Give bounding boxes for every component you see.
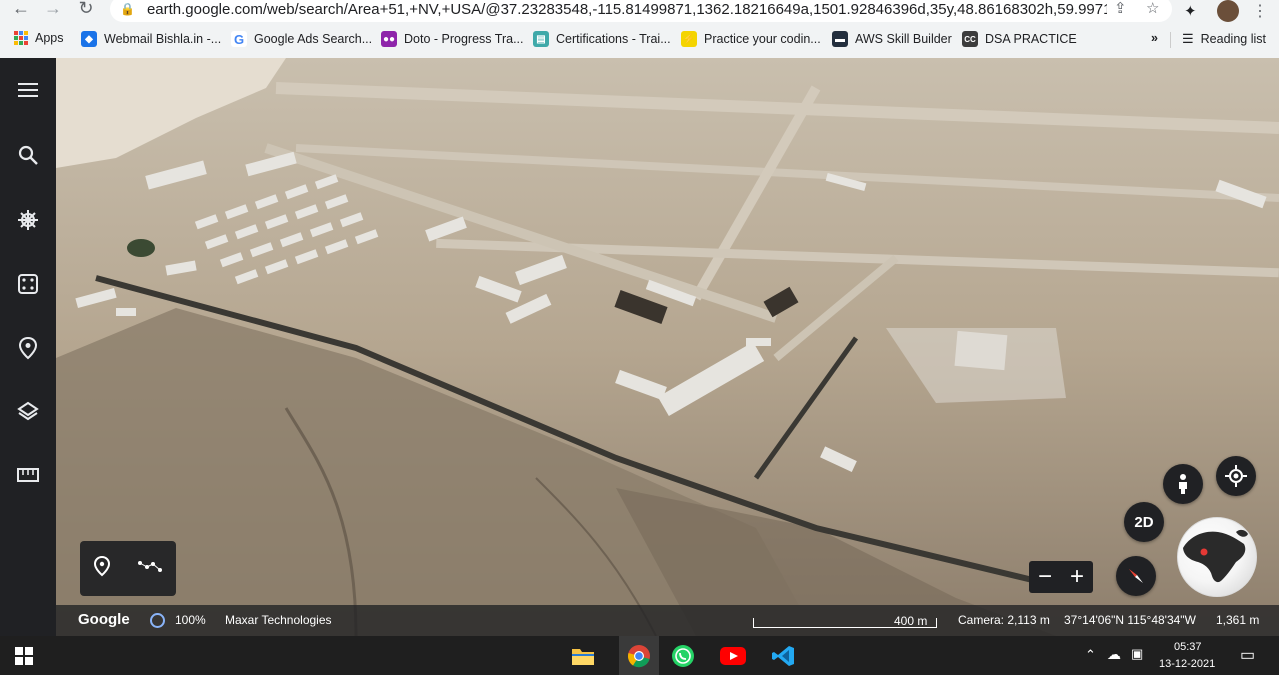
measure-ruler-icon[interactable] <box>14 461 42 489</box>
whatsapp-icon[interactable] <box>669 642 697 670</box>
more-chevron: » <box>1151 31 1158 45</box>
network-icon[interactable]: ▣ <box>1131 646 1143 662</box>
doto-icon: ●● <box>381 31 397 47</box>
back-arrow-icon[interactable]: ← <box>6 0 36 19</box>
apps-icon <box>14 31 28 45</box>
tray-chevron-icon[interactable]: ⌃ <box>1085 647 1096 663</box>
toggle-2d-button[interactable]: 2D <box>1124 502 1164 542</box>
scale-label: 400 m <box>894 614 928 628</box>
address-bar[interactable]: 🔒 earth.google.com/web/search/Area+51,+N… <box>110 0 1172 22</box>
share-icon[interactable]: ⇪ <box>1114 0 1127 17</box>
windows-start-icon[interactable] <box>10 642 38 670</box>
bookmarks-more-button[interactable]: » <box>1151 31 1158 45</box>
zoom-in-button[interactable]: + <box>1070 563 1084 591</box>
chrome-icon[interactable] <box>619 636 659 675</box>
bookmark-apps[interactable]: Apps <box>14 31 64 45</box>
clock-time[interactable]: 05:37 <box>1174 641 1202 653</box>
hackerrank-icon: ⚡ <box>681 31 697 47</box>
notifications-icon[interactable]: ▭ <box>1240 645 1255 665</box>
bookmarks-bar: Apps ◆ Webmail Bishla.in -... G Google A… <box>0 28 1279 52</box>
zoom-controls: − + <box>1029 561 1093 593</box>
feeling-lucky-dice-icon[interactable] <box>14 270 42 298</box>
bookmark-label: Doto - Progress Tra... <box>404 32 524 46</box>
file-explorer-icon[interactable] <box>569 642 597 670</box>
certifications-icon: ▤ <box>533 31 549 47</box>
draw-tools-panel <box>80 541 176 596</box>
reading-list-label: Reading list <box>1200 32 1266 46</box>
bookmark-certifications[interactable]: ▤ Certifications - Trai... <box>533 31 671 47</box>
area-51-satellite-imagery <box>56 58 1279 636</box>
extensions-icon[interactable]: ✦ <box>1184 2 1197 20</box>
bookmark-google-ads[interactable]: G Google Ads Search... <box>231 31 372 47</box>
draw-line-icon[interactable] <box>137 559 163 578</box>
my-location-icon[interactable] <box>1216 456 1256 496</box>
vscode-icon[interactable] <box>769 642 797 670</box>
reading-list-button[interactable]: ☰ Reading list <box>1182 31 1266 47</box>
bookmark-doto[interactable]: ●● Doto - Progress Tra... <box>381 31 523 47</box>
aws-icon: ▬ <box>832 31 848 47</box>
add-placemark-icon[interactable] <box>93 555 111 582</box>
camera-altitude: Camera: 2,113 m <box>958 613 1050 627</box>
bookmark-label: DSA PRACTICE <box>985 32 1077 46</box>
elevation-readout: 1,361 m <box>1216 613 1260 627</box>
bookmark-label: Certifications - Trai... <box>556 32 671 46</box>
bookmark-webmail[interactable]: ◆ Webmail Bishla.in -... <box>81 31 221 47</box>
bookmark-label: AWS Skill Builder <box>855 32 952 46</box>
mini-globe[interactable] <box>1177 517 1257 597</box>
forward-arrow-icon[interactable]: → <box>38 0 68 19</box>
dsa-icon: CC <box>962 31 978 47</box>
windows-taskbar: ⌃ ☁ ▣ 05:37 13-12-2021 ▭ <box>0 636 1279 675</box>
bookmark-star-icon[interactable]: ☆ <box>1146 0 1159 17</box>
location-marker-icon <box>1200 548 1208 556</box>
projects-pin-icon[interactable] <box>14 334 42 362</box>
bookmarks-divider <box>1170 32 1171 48</box>
google-icon: G <box>231 31 247 47</box>
chrome-menu-icon[interactable]: ⋮ <box>1252 1 1268 21</box>
coordinates-readout: 37°14'06"N 115°48'34"W <box>1064 613 1196 627</box>
bookmark-label: Google Ads Search... <box>254 32 373 46</box>
onedrive-cloud-icon[interactable]: ☁ <box>1107 646 1121 663</box>
menu-icon[interactable] <box>14 76 42 104</box>
compass-icon[interactable] <box>1116 556 1156 596</box>
bookmark-dsa[interactable]: CC DSA PRACTICE <box>962 31 1077 47</box>
reload-icon[interactable]: ↻ <box>71 0 101 19</box>
search-icon[interactable] <box>14 141 42 169</box>
clock-date[interactable]: 13-12-2021 <box>1159 658 1215 670</box>
google-logo: Google <box>78 611 130 628</box>
lock-icon: 🔒 <box>120 2 135 16</box>
reading-list-icon: ☰ <box>1182 31 1194 46</box>
loading-ring-icon <box>150 613 165 628</box>
bookmark-label: Webmail Bishla.in -... <box>104 32 222 46</box>
earth-sidebar <box>0 58 56 636</box>
bookmark-practice-coding[interactable]: ⚡ Practice your codin... <box>681 31 821 47</box>
earth-status-bar: Google 100% Maxar Technologies 400 m Cam… <box>56 605 1279 636</box>
nav-row: ← → ↻ 🔒 earth.google.com/web/search/Area… <box>0 0 1279 22</box>
bookmark-aws[interactable]: ▬ AWS Skill Builder <box>832 31 952 47</box>
satellite-map-view[interactable]: 2D <box>56 58 1279 636</box>
toggle-2d-label: 2D <box>1134 513 1154 531</box>
youtube-icon[interactable] <box>719 642 747 670</box>
imagery-attribution[interactable]: Maxar Technologies <box>225 613 332 627</box>
profile-avatar[interactable] <box>1217 0 1239 22</box>
bookmark-label: Apps <box>35 31 64 45</box>
bookmark-label: Practice your codin... <box>704 32 821 46</box>
pegman-street-view-icon[interactable] <box>1163 464 1203 504</box>
browser-chrome: ← → ↻ 🔒 earth.google.com/web/search/Area… <box>0 0 1279 58</box>
zoom-out-button[interactable]: − <box>1038 563 1052 591</box>
url-text: earth.google.com/web/search/Area+51,+NV,… <box>146 0 1107 18</box>
layers-icon[interactable] <box>14 397 42 425</box>
webmail-icon: ◆ <box>81 31 97 47</box>
load-percent: 100% <box>175 613 206 627</box>
voyager-icon[interactable] <box>14 206 42 234</box>
